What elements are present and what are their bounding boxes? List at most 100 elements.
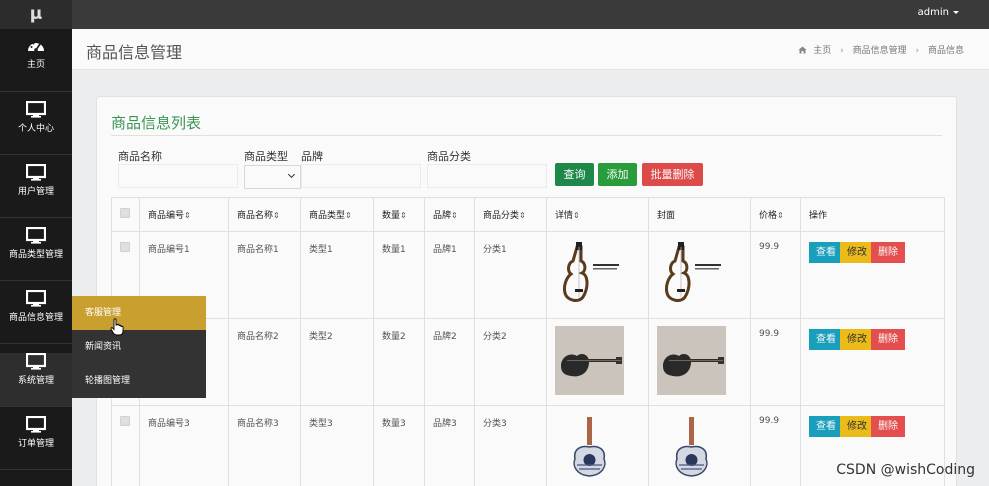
cell-actions: 查看 修改 删除: [800, 318, 945, 406]
sidebar-item-profile[interactable]: 个人中心: [0, 101, 72, 155]
sidebar-item-users[interactable]: 用户管理: [0, 164, 72, 218]
breadcrumb-product-info-management[interactable]: 商品信息管理: [853, 46, 907, 56]
cell-price: 99.9: [750, 318, 801, 406]
monitor-icon: [26, 353, 46, 370]
select-all-cell[interactable]: [111, 197, 140, 232]
sidebar-item-orders[interactable]: 订单管理: [0, 416, 72, 470]
top-navbar: μ admin: [0, 0, 989, 29]
view-button[interactable]: 查看: [809, 329, 843, 350]
app-logo[interactable]: μ: [0, 0, 72, 29]
query-button[interactable]: 查询: [555, 163, 594, 186]
delete-button[interactable]: 删除: [871, 242, 905, 263]
edit-button[interactable]: 修改: [840, 242, 874, 263]
sidebar-item-label: 主页: [26, 60, 45, 70]
sidebar-item-home[interactable]: 主页: [0, 38, 72, 92]
view-button[interactable]: 查看: [809, 242, 843, 263]
cell-price: 99.9: [750, 405, 801, 486]
page-title: 商品信息管理: [86, 43, 183, 62]
sidebar-item-label: 商品类型管理: [8, 250, 63, 260]
monitor-icon: [26, 164, 46, 181]
monitor-icon: [26, 227, 46, 244]
edit-button[interactable]: 修改: [840, 329, 874, 350]
cell-qty: 数量3: [373, 405, 425, 486]
row-checkbox[interactable]: [120, 242, 130, 252]
column-header[interactable]: 商品分类⇕: [474, 197, 547, 232]
column-header[interactable]: 品牌⇕: [424, 197, 475, 232]
sidebar-item-product-info[interactable]: 商品信息管理: [0, 290, 72, 344]
filter-type-select[interactable]: [244, 165, 301, 189]
cell-detail-image: [546, 231, 649, 319]
column-header[interactable]: 商品名称⇕: [228, 197, 301, 232]
sort-icon: ⇕: [184, 211, 191, 220]
ornate-guitar-image: [555, 413, 624, 482]
card-title: 商品信息列表: [111, 114, 202, 132]
monitor-icon: [26, 290, 46, 307]
sort-icon: ⇕: [573, 211, 580, 220]
cell-name: 商品名称1: [228, 231, 301, 319]
submenu-item-customer-service[interactable]: 客服管理: [72, 296, 206, 330]
page-header: 商品信息管理 主页 › 商品信息管理 › 商品信息: [72, 29, 989, 70]
product-list-card: 商品信息列表 商品名称 商品类型 品牌 商品分类 查询 添加 批量删除 商品编号…: [96, 96, 957, 486]
cell-brand: 品牌2: [424, 318, 475, 406]
add-button[interactable]: 添加: [598, 163, 637, 186]
cell-type: 类型2: [300, 318, 374, 406]
table-row: 商品编号3 商品名称3 类型3 数量3 品牌3 分类3 99.9 查看 修改 删…: [111, 405, 945, 486]
sort-icon: ⇕: [400, 211, 407, 220]
delete-button[interactable]: 删除: [871, 329, 905, 350]
select-all-checkbox[interactable]: [120, 208, 130, 218]
sidebar-item-label: 个人中心: [17, 124, 54, 134]
sidebar-item-label: 订单管理: [17, 439, 54, 449]
sort-icon: ⇕: [519, 211, 526, 220]
system-submenu: 客服管理 新闻资讯 轮播图管理: [72, 296, 206, 398]
filter-category-label: 商品分类: [427, 150, 471, 163]
sidebar-item-system[interactable]: 系统管理: [0, 353, 72, 407]
divider: [111, 135, 942, 136]
cell-cover-image: [648, 405, 751, 486]
sort-icon: ⇕: [345, 211, 352, 220]
cell-category: 分类1: [474, 231, 547, 319]
submenu-item-carousel[interactable]: 轮播图管理: [72, 364, 206, 398]
filter-brand-label: 品牌: [301, 150, 323, 163]
cell-brand: 品牌3: [424, 405, 475, 486]
column-header: 封面: [648, 197, 751, 232]
column-header[interactable]: 价格⇕: [750, 197, 801, 232]
cell-cover-image: [648, 231, 751, 319]
chevron-down-icon: [287, 170, 296, 179]
view-button[interactable]: 查看: [809, 416, 843, 437]
row-select-cell[interactable]: [111, 405, 140, 486]
cell-brand: 品牌1: [424, 231, 475, 319]
delete-button[interactable]: 删除: [871, 416, 905, 437]
sort-icon: ⇕: [451, 211, 458, 220]
sidebar-item-product-types[interactable]: 商品类型管理: [0, 227, 72, 281]
cell-price: 99.9: [750, 231, 801, 319]
filter-name-input[interactable]: [118, 164, 238, 188]
user-name: admin: [917, 7, 949, 18]
batch-delete-button[interactable]: 批量删除: [642, 163, 703, 186]
sidebar: 主页 个人中心 用户管理 商品类型管理 商品信息管理 系统管理 订单管理: [0, 29, 72, 486]
column-header[interactable]: 商品编号⇕: [139, 197, 229, 232]
column-header[interactable]: 详情⇕: [546, 197, 649, 232]
column-header[interactable]: 商品类型⇕: [300, 197, 374, 232]
cell-actions: 查看 修改 删除: [800, 231, 945, 319]
dashboard-icon: [28, 41, 44, 52]
edit-button[interactable]: 修改: [840, 416, 874, 437]
cell-category: 分类2: [474, 318, 547, 406]
table-header-row: 商品编号⇕ 商品名称⇕ 商品类型⇕ 数量⇕ 品牌⇕ 商品分类⇕ 详情⇕ 封面 价…: [111, 197, 945, 232]
submenu-item-news[interactable]: 新闻资讯: [72, 330, 206, 364]
ornate-guitar-image: [657, 413, 726, 482]
user-menu[interactable]: admin: [918, 0, 959, 29]
breadcrumb: 主页 › 商品信息管理 › 商品信息: [798, 43, 967, 56]
filter-brand-input[interactable]: [301, 164, 421, 188]
filter-category-input[interactable]: [427, 164, 547, 188]
cell-category: 分类3: [474, 405, 547, 486]
monitor-icon: [26, 416, 46, 433]
breadcrumb-home[interactable]: 主页: [813, 46, 831, 56]
product-table: 商品编号⇕ 商品名称⇕ 商品类型⇕ 数量⇕ 品牌⇕ 商品分类⇕ 详情⇕ 封面 价…: [111, 197, 945, 486]
cell-id: 商品编号3: [139, 405, 229, 486]
cell-type: 类型3: [300, 405, 374, 486]
table-row: 商品编号1 商品名称1 类型1 数量1 品牌1 分类1 99.9 查看 修改 删…: [111, 231, 945, 319]
row-checkbox[interactable]: [120, 416, 130, 426]
column-header[interactable]: 数量⇕: [373, 197, 425, 232]
monitor-icon: [26, 101, 46, 118]
cell-name: 商品名称3: [228, 405, 301, 486]
